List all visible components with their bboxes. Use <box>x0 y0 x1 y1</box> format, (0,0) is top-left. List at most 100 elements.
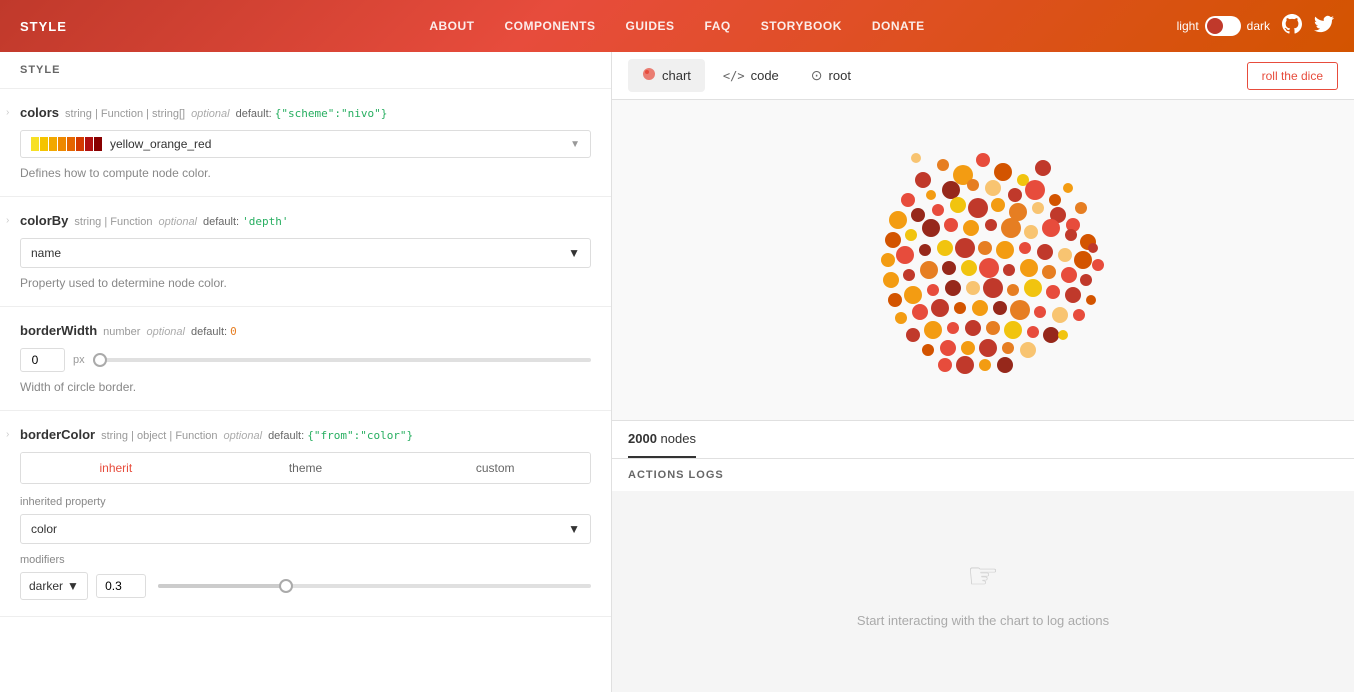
tab-code-label: code <box>751 68 779 83</box>
inherited-property-dropdown[interactable]: color ▼ <box>20 514 591 544</box>
tab-chart-label: chart <box>662 68 691 83</box>
bordercolor-tab-theme[interactable]: theme <box>211 453 401 483</box>
toggle-knob <box>1207 18 1223 34</box>
nav-faq[interactable]: FAQ <box>705 19 731 33</box>
empty-state: ☞ Start interacting with the chart to lo… <box>612 491 1354 692</box>
modifier-type-dropdown[interactable]: darker ▼ <box>20 572 88 600</box>
header: STYLE ABOUT COMPONENTS GUIDES FAQ STORYB… <box>0 0 1354 52</box>
borderwidth-slider[interactable] <box>93 358 591 362</box>
tab-code[interactable]: </> code <box>709 60 793 91</box>
colorby-default-val: 'depth' <box>242 215 288 228</box>
theme-light-label: light <box>1177 19 1199 33</box>
chart-tab-icon <box>642 67 656 84</box>
borderwidth-input[interactable] <box>20 348 65 372</box>
right-tabs-bar: chart </> code ⊙ root roll the dice <box>612 52 1354 100</box>
colorby-description: Property used to determine node color. <box>20 276 591 290</box>
nav-storybook[interactable]: STORYBOOK <box>761 19 842 33</box>
colorby-prop-default: default: 'depth' <box>203 215 289 228</box>
code-tab-icon: </> <box>723 69 745 83</box>
main-layout: STYLE › colors string | Function | strin… <box>0 52 1354 692</box>
bordercolor-prop-type: string | object | Function <box>101 430 217 442</box>
borderwidth-prop-type: number <box>103 326 140 338</box>
nav-components[interactable]: COMPONENTS <box>505 19 596 33</box>
style-header: STYLE <box>0 52 611 89</box>
github-icon[interactable] <box>1282 14 1302 39</box>
main-nav: ABOUT COMPONENTS GUIDES FAQ STORYBOOK DO… <box>429 19 924 33</box>
tab-root-label: root <box>829 68 851 83</box>
toggle-switch[interactable] <box>1205 16 1241 36</box>
right-panel: chart </> code ⊙ root roll the dice <box>612 52 1354 692</box>
stats-count: 2000 <box>628 431 657 446</box>
tab-root[interactable]: ⊙ root <box>797 59 865 92</box>
colors-prop-default: default: {"scheme":"nivo"} <box>236 107 388 120</box>
colors-prop-header: colors string | Function | string[] opti… <box>20 105 591 120</box>
bordercolor-prop-name: borderColor <box>20 427 95 442</box>
modifier-value-input[interactable] <box>96 574 146 598</box>
colorby-expand-arrow[interactable]: › <box>6 215 9 226</box>
root-tab-icon: ⊙ <box>811 67 823 84</box>
modifier-row: darker ▼ <box>20 572 591 600</box>
colors-expand-arrow[interactable]: › <box>6 107 9 118</box>
roll-dice-button[interactable]: roll the dice <box>1247 62 1338 90</box>
stats-bar: 2000 nodes <box>612 420 1354 458</box>
stats-tab[interactable]: 2000 nodes <box>628 421 696 458</box>
color-swatch <box>31 137 102 151</box>
inherited-property-label: inherited property <box>20 496 591 508</box>
nav-donate[interactable]: DONATE <box>872 19 925 33</box>
bordercolor-prop-header: borderColor string | object | Function o… <box>20 427 591 442</box>
borderwidth-input-row: px <box>20 348 591 372</box>
inherited-property-section: inherited property color ▼ <box>20 496 591 544</box>
colors-section: › colors string | Function | string[] op… <box>0 89 611 197</box>
borderwidth-prop-name: borderWidth <box>20 323 97 338</box>
modifier-type-arrow: ▼ <box>67 579 79 593</box>
style-label: STYLE <box>20 19 67 34</box>
colorby-arrow: ▼ <box>568 246 580 260</box>
borderwidth-description: Width of circle border. <box>20 380 591 394</box>
bordercolor-tab-inherit[interactable]: inherit <box>21 453 211 483</box>
empty-state-text: Start interacting with the chart to log … <box>857 613 1109 628</box>
borderwidth-default-val: 0 <box>230 325 237 338</box>
colors-prop-type: string | Function | string[] <box>65 108 185 120</box>
colors-default-val: {"scheme":"nivo"} <box>275 107 388 120</box>
theme-toggle[interactable]: light dark <box>1177 16 1270 36</box>
modifier-type-value: darker <box>29 579 63 593</box>
twitter-icon[interactable] <box>1314 14 1334 39</box>
bubble-svg <box>823 100 1143 420</box>
bordercolor-tabs: inherit theme custom <box>20 452 591 484</box>
borderwidth-unit: px <box>73 354 85 366</box>
colorby-section: › colorBy string | Function optional def… <box>0 197 611 307</box>
actions-log-header: ACTIONS LOGS <box>612 458 1354 491</box>
bordercolor-tab-custom[interactable]: custom <box>400 453 590 483</box>
inherited-property-value: color <box>31 522 57 536</box>
colors-prop-optional: optional <box>191 108 230 120</box>
bubble-chart <box>823 100 1143 420</box>
colorby-prop-type: string | Function <box>74 216 152 228</box>
borderwidth-prop-optional: optional <box>146 326 185 338</box>
colorby-selected: name <box>31 246 61 260</box>
colorby-prop-header: colorBy string | Function optional defau… <box>20 213 591 228</box>
colors-dropdown[interactable]: yellow_orange_red ▼ <box>20 130 591 158</box>
theme-dark-label: dark <box>1247 19 1270 33</box>
bordercolor-prop-default: default: {"from":"color"} <box>268 429 413 442</box>
hand-icon: ☞ <box>967 555 999 597</box>
colors-prop-name: colors <box>20 105 59 120</box>
header-right: light dark <box>1177 14 1334 39</box>
nav-about[interactable]: ABOUT <box>429 19 474 33</box>
bordercolor-default-val: {"from":"color"} <box>307 429 413 442</box>
inherited-property-arrow: ▼ <box>568 522 580 536</box>
bordercolor-prop-optional: optional <box>224 430 263 442</box>
bordercolor-expand-arrow[interactable]: › <box>6 429 9 440</box>
borderwidth-prop-header: borderWidth number optional default: 0 <box>20 323 591 338</box>
colorby-dropdown[interactable]: name ▼ <box>20 238 591 268</box>
borderwidth-prop-default: default: 0 <box>191 325 237 338</box>
nav-guides[interactable]: GUIDES <box>626 19 675 33</box>
colors-select-arrow: ▼ <box>570 139 580 150</box>
left-panel: STYLE › colors string | Function | strin… <box>0 52 612 692</box>
modifiers-section: modifiers darker ▼ <box>20 554 591 600</box>
modifier-slider[interactable] <box>158 584 591 588</box>
modifiers-label: modifiers <box>20 554 591 566</box>
colorby-prop-name: colorBy <box>20 213 68 228</box>
tab-chart[interactable]: chart <box>628 59 705 92</box>
colors-description: Defines how to compute node color. <box>20 166 591 180</box>
borderwidth-section: borderWidth number optional default: 0 p… <box>0 307 611 411</box>
